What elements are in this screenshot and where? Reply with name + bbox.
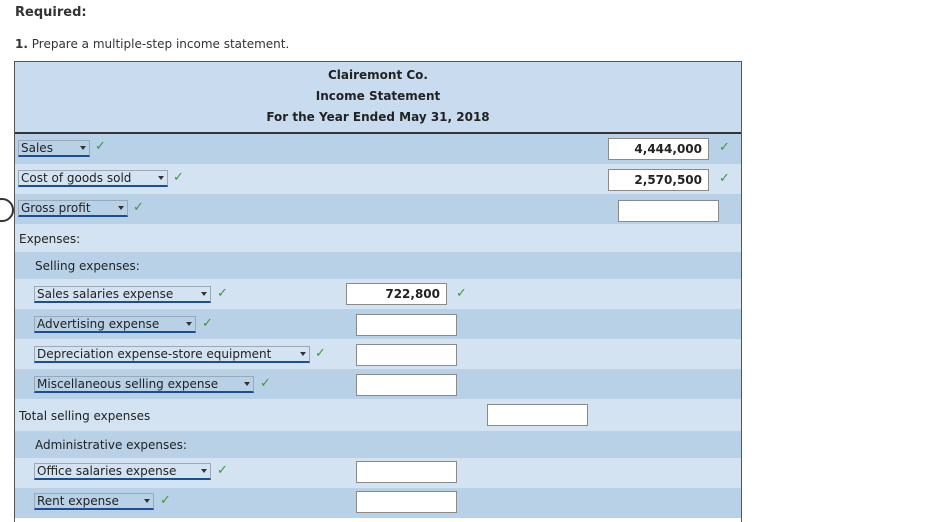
chevron-down-icon <box>158 176 164 180</box>
check-icon: ✓ <box>719 140 730 155</box>
rent-amount-input[interactable] <box>356 491 457 513</box>
required-heading: Required: <box>15 5 87 20</box>
row-misc-selling: Miscellaneous selling expense ✓ <box>15 369 741 399</box>
misc-selling-dropdown[interactable]: Miscellaneous selling expense <box>34 376 254 393</box>
gross-profit-dropdown[interactable]: Gross profit <box>18 200 128 217</box>
total-selling-amount-input[interactable] <box>487 404 588 426</box>
misc-selling-amount-input[interactable] <box>356 374 457 396</box>
chevron-down-icon <box>186 322 192 326</box>
cogs-dropdown[interactable]: Cost of goods sold <box>18 170 168 187</box>
gross-profit-amount-input[interactable] <box>618 200 719 222</box>
chevron-down-icon <box>201 469 207 473</box>
rent-dropdown[interactable]: Rent expense <box>34 493 154 510</box>
instruction-text: Prepare a multiple-step income statement… <box>31 37 290 51</box>
company-name: Clairemont Co. <box>327 68 428 82</box>
row-cogs: Cost of goods sold ✓ 2,570,500 ✓ <box>15 164 741 194</box>
statement-period: For the Year Ended May 31, 2018 <box>266 110 490 124</box>
chevron-down-icon <box>144 499 150 503</box>
depreciation-dropdown-label: Depreciation expense-store equipment <box>37 347 272 361</box>
row-depreciation: Depreciation expense-store equipment ✓ <box>15 339 741 369</box>
row-rent: Rent expense ✓ <box>15 488 741 518</box>
row-gross-profit: Gross profit ✓ <box>15 194 741 224</box>
advertising-dropdown[interactable]: Advertising expense <box>34 316 196 333</box>
statement-title: Income Statement <box>315 89 441 103</box>
expenses-label: Expenses: <box>19 232 81 246</box>
check-icon: ✓ <box>133 200 144 215</box>
row-sales-salaries: Sales salaries expense ✓ 722,800 ✓ <box>15 279 741 309</box>
row-total-selling: Total selling expenses <box>15 399 741 431</box>
instruction: 1. Prepare a multiple-step income statem… <box>15 37 289 51</box>
check-icon: ✓ <box>719 171 730 186</box>
check-icon: ✓ <box>217 286 228 301</box>
selling-expenses-label: Selling expenses: <box>35 259 140 273</box>
circle-icon <box>0 198 14 222</box>
chevron-down-icon <box>201 292 207 296</box>
total-selling-label: Total selling expenses <box>19 409 151 423</box>
depreciation-amount-input[interactable] <box>356 344 457 366</box>
check-icon: ✓ <box>160 493 171 508</box>
cogs-dropdown-label: Cost of goods sold <box>21 171 132 185</box>
sales-salaries-dropdown-label: Sales salaries expense <box>37 287 174 301</box>
row-advertising: Advertising expense ✓ <box>15 309 741 339</box>
office-salaries-dropdown[interactable]: Office salaries expense <box>34 463 211 480</box>
check-icon: ✓ <box>95 139 106 154</box>
check-icon: ✓ <box>173 170 184 185</box>
rent-dropdown-label: Rent expense <box>37 494 119 508</box>
row-expenses: Expenses: <box>15 224 741 252</box>
statement-header: Clairemont Co. Income Statement For the … <box>15 62 741 134</box>
sales-salaries-amount-input[interactable]: 722,800 <box>346 283 447 305</box>
sales-amount-input[interactable]: 4,444,000 <box>608 138 709 160</box>
misc-selling-dropdown-label: Miscellaneous selling expense <box>37 377 219 391</box>
chevron-down-icon <box>80 146 86 150</box>
check-icon: ✓ <box>260 376 271 391</box>
chevron-down-icon <box>300 352 306 356</box>
depreciation-dropdown[interactable]: Depreciation expense-store equipment <box>34 346 310 363</box>
income-statement: Clairemont Co. Income Statement For the … <box>14 61 742 522</box>
row-selling-header: Selling expenses: <box>15 252 741 279</box>
advertising-dropdown-label: Advertising expense <box>37 317 160 331</box>
gross-profit-dropdown-label: Gross profit <box>21 201 91 215</box>
sales-salaries-dropdown[interactable]: Sales salaries expense <box>34 286 211 303</box>
check-icon: ✓ <box>315 346 326 361</box>
row-office-salaries: Office salaries expense ✓ <box>15 458 741 488</box>
cogs-amount-input[interactable]: 2,570,500 <box>608 169 709 191</box>
check-icon: ✓ <box>217 463 228 478</box>
row-sales: Sales ✓ 4,444,000 ✓ <box>15 134 741 164</box>
row-admin-header: Administrative expenses: <box>15 431 741 458</box>
chevron-down-icon <box>244 382 250 386</box>
sales-dropdown-label: Sales <box>21 141 53 155</box>
check-icon: ✓ <box>202 316 213 331</box>
office-salaries-dropdown-label: Office salaries expense <box>37 464 177 478</box>
sales-dropdown[interactable]: Sales <box>18 140 90 157</box>
chevron-down-icon <box>118 206 124 210</box>
instruction-number: 1. <box>15 37 28 51</box>
advertising-amount-input[interactable] <box>356 314 457 336</box>
office-salaries-amount-input[interactable] <box>356 461 457 483</box>
administrative-expenses-label: Administrative expenses: <box>35 438 187 452</box>
check-icon: ✓ <box>456 286 467 301</box>
